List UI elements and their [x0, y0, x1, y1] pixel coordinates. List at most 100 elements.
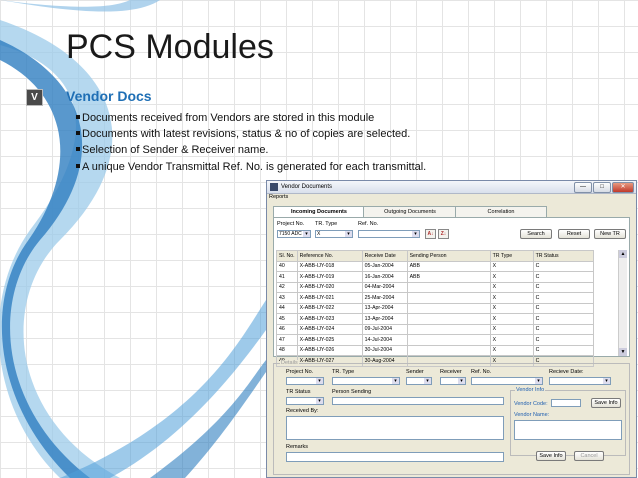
- table-cell: C: [532, 344, 594, 356]
- scroll-down-icon[interactable]: ▼: [619, 348, 627, 356]
- table-cell: X: [489, 313, 534, 325]
- table-row[interactable]: 45 X-ABB-IJY-023 13-Apr-2004 X C: [276, 313, 594, 325]
- search-button[interactable]: Search: [520, 229, 552, 239]
- details-project-label: Project No.: [286, 369, 314, 375]
- chevron-down-icon: ▾: [392, 378, 399, 384]
- column-header[interactable]: Sl. No.: [276, 250, 298, 262]
- table-cell: C: [532, 302, 594, 314]
- table-cell: 40: [276, 260, 298, 272]
- tab-outgoing-documents[interactable]: Outgoing Documents: [363, 206, 457, 217]
- table-cell: X: [489, 271, 534, 283]
- table-row[interactable]: 44 X-ABB-IJY-022 13-Apr-2004 X C: [276, 302, 594, 314]
- new-tr-button[interactable]: New TR: [594, 229, 626, 239]
- sender-label: Sender: [406, 369, 424, 375]
- table-cell: 16-Jan-2004: [361, 271, 408, 283]
- remarks-input[interactable]: [286, 452, 504, 462]
- table-cell: 45: [276, 313, 298, 325]
- sort-descending-button[interactable]: Z↓: [438, 229, 449, 239]
- table-row[interactable]: 46 X-ABB-IJY-024 09-Jul-2004 X C: [276, 323, 594, 335]
- column-header[interactable]: TR Type: [489, 250, 534, 262]
- table-row[interactable]: 41 X-ABB-IJY-019 16-Jan-2004 ABB X C: [276, 271, 594, 283]
- table-row[interactable]: 47 X-ABB-IJY-025 14-Jul-2004 X C: [276, 334, 594, 346]
- table-cell: 14-Jul-2004: [361, 334, 408, 346]
- vendor-name-textarea[interactable]: [514, 420, 622, 440]
- maximize-button[interactable]: □: [593, 182, 611, 193]
- bullet-list: Documents received from Vendors are stor…: [76, 110, 426, 175]
- window-title: Vendor Documents: [281, 184, 333, 190]
- table-cell: X: [489, 260, 534, 272]
- tab-correlation[interactable]: Correlation: [455, 206, 547, 217]
- table-row[interactable]: 43 X-ABB-IJY-021 25-Mar-2004 X C: [276, 292, 594, 304]
- details-legend: Details: [280, 360, 299, 366]
- table-cell: 30-Jul-2004: [361, 344, 408, 356]
- receive-date-picker[interactable]: ▾: [549, 377, 611, 385]
- table-cell: C: [532, 271, 594, 283]
- table-cell: X: [489, 323, 534, 335]
- table-cell: C: [532, 292, 594, 304]
- table-cell: X-ABB-IJY-019: [296, 271, 363, 283]
- table-cell: 04-Mar-2004: [361, 281, 408, 293]
- vendor-info-legend: Vendor Info: [515, 387, 546, 393]
- sender-select[interactable]: ▾: [406, 377, 432, 385]
- table-cell: 13-Apr-2004: [361, 313, 408, 325]
- chevron-down-icon: ▾: [603, 378, 610, 384]
- table-cell: 13-Apr-2004: [361, 302, 408, 314]
- tr-type-select[interactable]: X ▾: [315, 230, 353, 238]
- receiver-select[interactable]: ▾: [440, 377, 466, 385]
- table-cell: [406, 334, 491, 346]
- chevron-down-icon: ▾: [458, 378, 465, 384]
- bullet-square-icon: [76, 115, 80, 119]
- bullet-item: Documents received from Vendors are stor…: [76, 110, 426, 126]
- table-cell: 47: [276, 334, 298, 346]
- section-badge: V: [26, 89, 43, 106]
- details-ref-no-select[interactable]: ▾: [471, 377, 543, 385]
- table-cell: C: [532, 334, 594, 346]
- close-button[interactable]: ✕: [612, 182, 634, 193]
- ref-no-select[interactable]: ▾: [358, 230, 420, 238]
- sort-ascending-button[interactable]: A↓: [425, 229, 436, 239]
- table-cell: X-ABB-IJY-024: [296, 323, 363, 335]
- column-header[interactable]: Receive Date: [361, 250, 408, 262]
- received-by-textarea[interactable]: [286, 416, 504, 440]
- table-row[interactable]: 42 X-ABB-IJY-020 04-Mar-2004 X C: [276, 281, 594, 293]
- table-cell: C: [532, 313, 594, 325]
- save-info-button[interactable]: Save Info: [536, 451, 566, 461]
- column-header[interactable]: Sending Person: [406, 250, 491, 262]
- table-scrollbar[interactable]: ▲ ▼: [618, 250, 627, 356]
- window-titlebar[interactable]: Vendor Documents — □ ✕: [267, 181, 636, 194]
- details-project-select[interactable]: ▾: [286, 377, 324, 385]
- table-cell: 09-Jul-2004: [361, 323, 408, 335]
- tr-status-select[interactable]: ▾: [286, 397, 324, 405]
- reset-button[interactable]: Reset: [558, 229, 590, 239]
- minimize-button[interactable]: —: [574, 182, 592, 193]
- receiver-label: Receiver: [440, 369, 462, 375]
- project-select[interactable]: 7150 ADC ▾: [277, 230, 311, 238]
- details-ref-no-label: Ref. No.: [471, 369, 492, 375]
- column-header[interactable]: Reference No.: [296, 250, 363, 262]
- table-cell: [406, 292, 491, 304]
- app-icon: [270, 183, 278, 191]
- vendor-code-input[interactable]: [551, 399, 581, 407]
- table-cell: X-ABB-IJY-022: [296, 302, 363, 314]
- chevron-down-icon: ▾: [316, 398, 323, 404]
- chevron-down-icon: ▾: [535, 378, 542, 384]
- table-cell: X: [489, 292, 534, 304]
- documents-table: Sl. No. Reference No. Receive Date Sendi…: [276, 250, 594, 367]
- bullet-square-icon: [76, 147, 80, 152]
- person-sending-input[interactable]: [332, 397, 504, 405]
- table-row[interactable]: 48 X-ABB-IJY-026 30-Jul-2004 X C: [276, 344, 594, 356]
- details-tr-type-select[interactable]: ▾: [332, 377, 400, 385]
- table-cell: 43: [276, 292, 298, 304]
- save-info-vendor-button[interactable]: Save Info: [591, 398, 621, 408]
- menu-reports[interactable]: Reports: [269, 194, 288, 200]
- cancel-button[interactable]: Cancel: [574, 451, 604, 461]
- received-by-label: Received By:: [286, 408, 319, 414]
- column-header[interactable]: TR Status: [532, 250, 594, 262]
- table-header-row: Sl. No. Reference No. Receive Date Sendi…: [276, 250, 594, 262]
- table-cell: C: [532, 260, 594, 272]
- table-cell: [406, 323, 491, 335]
- scroll-up-icon[interactable]: ▲: [619, 250, 627, 258]
- chevron-down-icon: ▾: [424, 378, 431, 384]
- vendor-documents-window: Vendor Documents — □ ✕ Reports Incoming …: [266, 180, 637, 478]
- table-row[interactable]: 40 X-ABB-IJY-018 05-Jan-2004 ABB X C: [276, 260, 594, 272]
